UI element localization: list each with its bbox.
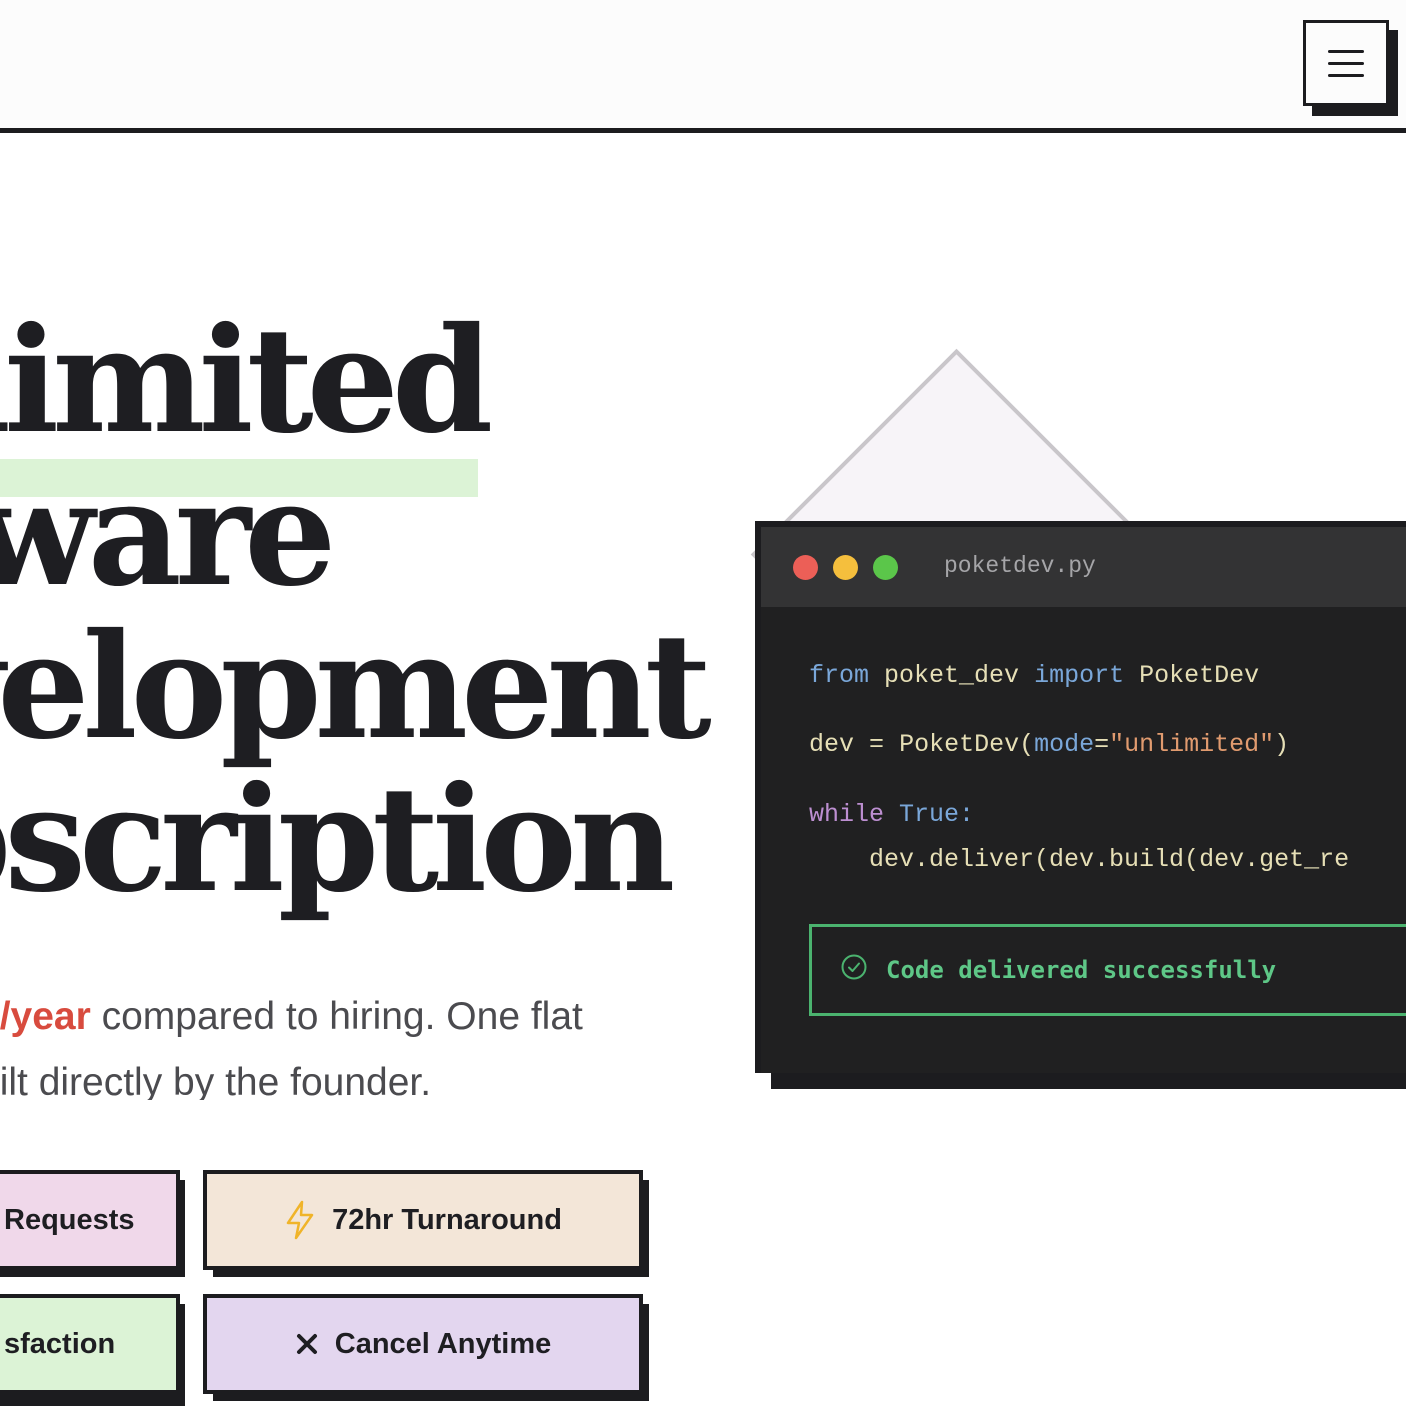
code-window: poketdev.py from poket_dev import PoketD…: [755, 521, 1406, 1073]
close-dot-icon: [793, 555, 818, 580]
hero-headline-container: e limited tware velopment bscription: [0, 0, 730, 960]
subtext-line1: compared to hiring. One flat: [90, 995, 583, 1038]
feature-chip-cancel[interactable]: Cancel Anytime: [203, 1294, 643, 1394]
lightning-icon: [284, 1200, 316, 1240]
hero-subtext: 0/year compared to hiring. One flat uilt…: [0, 984, 658, 1100]
headline-line: e: [0, 152, 705, 305]
maximize-dot-icon: [873, 555, 898, 580]
feature-label: Requests: [4, 1203, 135, 1236]
check-circle-icon: [840, 953, 868, 987]
headline-line: bscription: [0, 755, 675, 925]
code-filename: poketdev.py: [944, 553, 1096, 579]
headline-line: velopment: [0, 602, 712, 772]
feature-chip-satisfaction[interactable]: sfaction: [0, 1294, 180, 1394]
feature-chip-requests[interactable]: Requests: [0, 1170, 180, 1270]
code-block: from poket_dev import PoketDev dev = Pok…: [809, 661, 1349, 874]
headline-line: tware: [0, 449, 336, 619]
code-line: while True:: [809, 800, 975, 829]
feature-chip-turnaround[interactable]: 72hr Turnaround: [203, 1170, 643, 1270]
price-savings: 0/year: [0, 995, 91, 1038]
minimize-dot-icon: [833, 555, 858, 580]
headline-line: limited: [0, 296, 493, 466]
code-line: dev = PoketDev(mode="unlimited"): [809, 730, 1290, 759]
code-line: dev.deliver(dev.build(dev.get_re: [809, 845, 1350, 874]
success-text: Code delivered successfully: [886, 956, 1277, 984]
feature-label: sfaction: [4, 1327, 116, 1360]
subtext-line2: uilt directly by the founder.: [0, 1061, 432, 1100]
hero-headline: e limited tware velopment bscription: [0, 152, 712, 925]
feature-label: 72hr Turnaround: [332, 1203, 562, 1236]
code-window-titlebar: poketdev.py: [761, 527, 1406, 607]
menu-button[interactable]: [1303, 20, 1389, 106]
x-icon: [295, 1332, 319, 1356]
hamburger-menu-icon: [1328, 49, 1364, 77]
code-line: from poket_dev import PoketDev: [809, 661, 1260, 690]
success-banner: Code delivered successfully: [809, 924, 1406, 1016]
feature-label: Cancel Anytime: [334, 1327, 552, 1360]
hero-subtext-container: 0/year compared to hiring. One flat uilt…: [0, 960, 700, 1100]
